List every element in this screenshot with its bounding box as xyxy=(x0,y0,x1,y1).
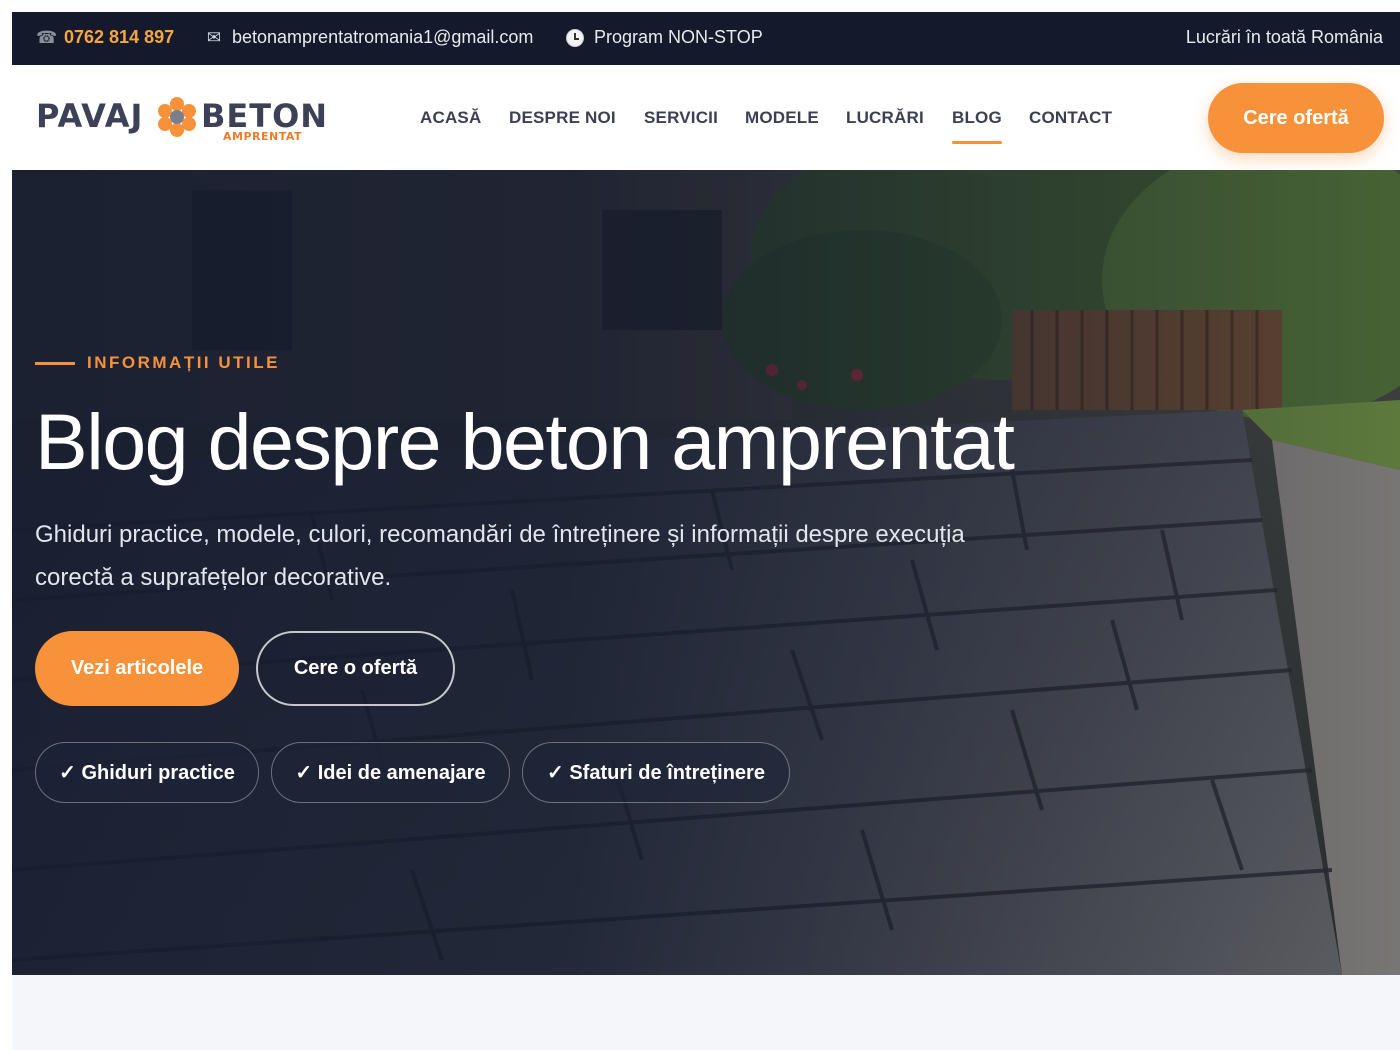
hero-description-line-1: Ghiduri practice, modele, culori, recoma… xyxy=(35,521,965,548)
hero-eyebrow: INFORMAȚII UTILE xyxy=(35,353,280,373)
mail-icon: ✉ xyxy=(206,27,222,47)
top-contact-bar: ☎ 0762 814 897 ✉ betonamprentatromania1@… xyxy=(12,12,1400,65)
logo-subtitle: AMPRENTAT xyxy=(223,130,303,143)
topbar-schedule-text: Program NON-STOP xyxy=(594,27,763,47)
nav-item-blog[interactable]: BLOG xyxy=(952,108,1002,144)
hero-eyebrow-text: INFORMAȚII UTILE xyxy=(87,353,280,372)
nav-item-contact[interactable]: CONTACT xyxy=(1029,108,1112,128)
phone-icon: ☎ xyxy=(36,27,58,47)
logo-word-left: PAVAJ xyxy=(36,97,144,135)
hero-description: Ghiduri practice, modele, culori, recoma… xyxy=(35,513,1045,599)
nav-item-acasa[interactable]: ACASĂ xyxy=(420,108,481,128)
header-quote-button[interactable]: Cere ofertă xyxy=(1208,83,1384,153)
eyebrow-line xyxy=(35,361,75,365)
chip-ghiduri-practice: ✓ Ghiduri practice xyxy=(35,742,259,803)
topbar-phone: 0762 814 897 xyxy=(64,27,175,47)
site-logo[interactable]: PAVAJ BETON AMPRENTAT xyxy=(36,95,336,143)
clock-icon xyxy=(566,28,584,47)
page-frame: ☎ 0762 814 897 ✉ betonamprentatromania1@… xyxy=(12,12,1400,1050)
logo-flower-icon xyxy=(158,97,196,137)
topbar-email-link[interactable]: ✉ betonamprentatromania1@gmail.com xyxy=(204,27,534,48)
nav-item-modele[interactable]: MODELE xyxy=(745,108,819,128)
view-articles-button[interactable]: Vezi articolele xyxy=(35,631,239,706)
chip-sfaturi-intretinere: ✓ Sfaturi de întreținere xyxy=(522,742,790,803)
hero-section: INFORMAȚII UTILE Blog despre beton ampre… xyxy=(12,170,1400,975)
hero-title: Blog despre beton amprentat xyxy=(35,397,1015,486)
topbar-coverage: Lucrări în toată România xyxy=(1185,27,1383,47)
topbar-schedule: Program NON-STOP xyxy=(566,27,763,48)
nav-item-servicii[interactable]: SERVICII xyxy=(644,108,718,128)
nav-item-despre-noi[interactable]: DESPRE NOI xyxy=(509,108,616,128)
topbar-email: betonamprentatromania1@gmail.com xyxy=(232,27,534,47)
site-header: PAVAJ BETON AMPRENTAT ACASĂ DESPRE NOI S… xyxy=(12,65,1400,170)
hero-description-line-2: corectă a suprafețelor decorative. xyxy=(35,564,392,591)
topbar-phone-link[interactable]: ☎ 0762 814 897 xyxy=(36,27,174,48)
chip-idei-amenajare: ✓ Idei de amenajare xyxy=(271,742,510,803)
request-quote-button[interactable]: Cere o ofertă xyxy=(256,631,455,706)
nav-item-lucrari[interactable]: LUCRĂRI xyxy=(846,108,924,128)
